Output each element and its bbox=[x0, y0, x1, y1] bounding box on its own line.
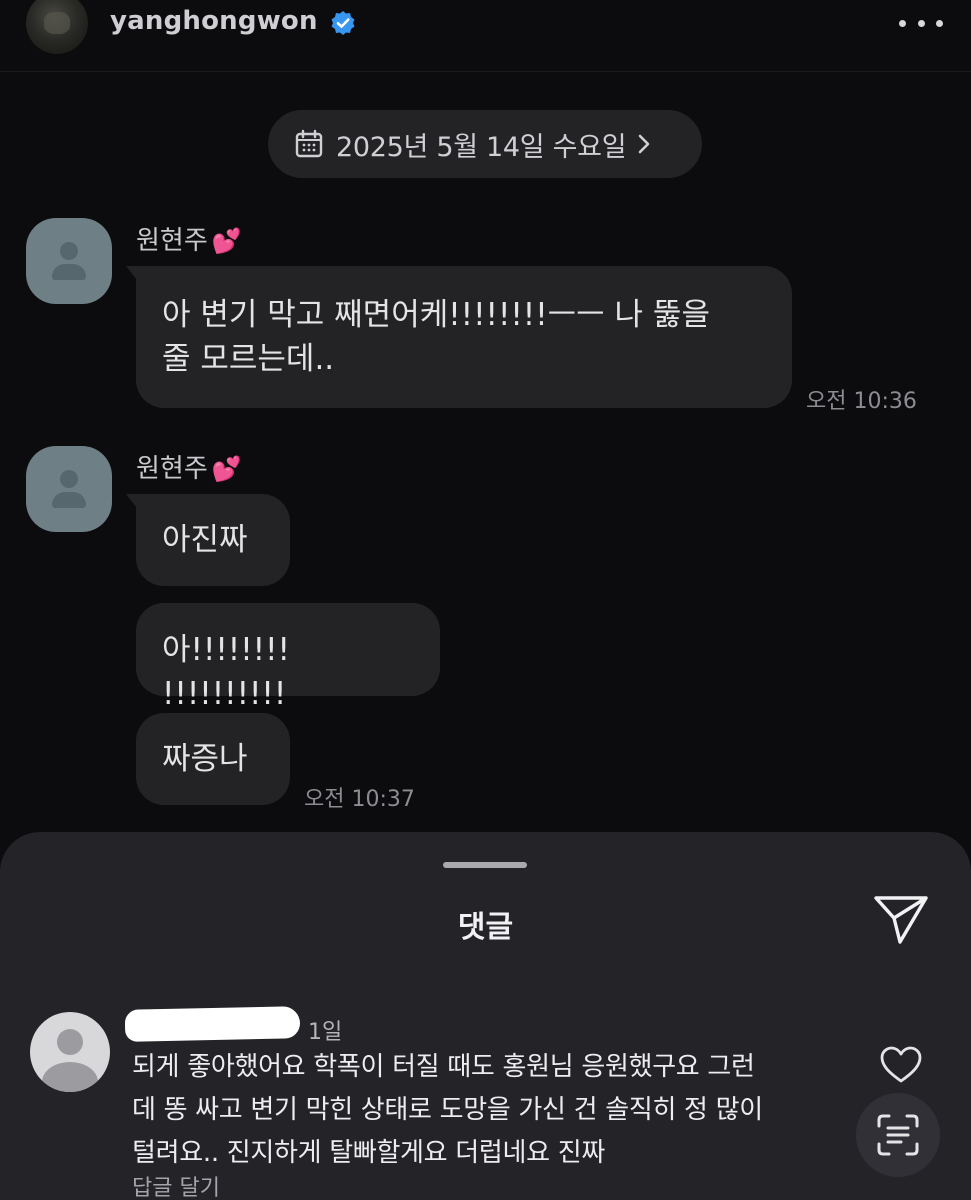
message-timestamp: 오전 10:36 bbox=[806, 389, 917, 414]
sender-avatar[interactable] bbox=[26, 218, 112, 304]
message-bubble[interactable]: 아!!!!!!!! !!!!!!!!!! bbox=[136, 603, 440, 712]
sheet-grabber[interactable] bbox=[443, 862, 527, 868]
profile-avatar[interactable] bbox=[26, 0, 88, 54]
calendar-icon bbox=[295, 129, 323, 158]
reply-button[interactable]: 답글 달기 bbox=[132, 1170, 220, 1200]
comment-avatar[interactable] bbox=[30, 1012, 110, 1092]
comment-text-line-2: 데 똥 싸고 변기 막힌 상태로 도망을 가신 건 솔직히 정 많이 bbox=[132, 1095, 763, 1125]
sender-name-text: 원현주 bbox=[136, 226, 208, 256]
send-icon[interactable] bbox=[872, 892, 930, 946]
heart-icon[interactable] bbox=[880, 1046, 922, 1084]
comment-text: 되게 좋아했어요 학폭이 터질 때도 홍원님 응원했구요 그런 데 똥 싸고 변… bbox=[132, 1046, 832, 1175]
date-pill[interactable]: 2025년 5월 14일 수요일 bbox=[268, 110, 702, 178]
message-text-line-2: 줄 모르는데.. bbox=[162, 341, 335, 377]
sender-name-text: 원현주 bbox=[136, 454, 208, 484]
scan-text-button[interactable] bbox=[856, 1093, 940, 1177]
verified-badge-icon bbox=[331, 11, 355, 35]
message-bubble[interactable]: 짜증나 bbox=[136, 713, 290, 805]
date-label: 2025년 5월 14일 수요일 bbox=[336, 131, 627, 163]
heart-emoji: 💕 bbox=[211, 455, 242, 483]
header-username[interactable]: yanghongwon bbox=[110, 6, 318, 36]
sender-name: 원현주 💕 bbox=[136, 220, 242, 257]
redacted-username bbox=[124, 1006, 301, 1042]
chevron-right-icon bbox=[638, 134, 650, 154]
comment-text-line-3: 털려요.. 진지하게 탈빠할게요 더럽네요 진짜 bbox=[132, 1138, 605, 1168]
message-bubble[interactable]: 아진짜 bbox=[136, 494, 290, 586]
chat-header: yanghongwon bbox=[0, 0, 971, 72]
heart-emoji: 💕 bbox=[211, 227, 242, 255]
sender-name: 원현주 💕 bbox=[136, 448, 242, 485]
message-text: 아진짜 bbox=[162, 522, 248, 558]
scan-text-icon bbox=[877, 1114, 919, 1156]
message-text: 아!!!!!!!! !!!!!!!!!! bbox=[162, 632, 290, 712]
more-options-icon[interactable] bbox=[899, 14, 943, 32]
message-timestamp: 오전 10:37 bbox=[304, 787, 415, 812]
sheet-title: 댓글 bbox=[457, 910, 514, 945]
message-text-line-1: 아 변기 막고 째면어케!!!!!!!!ㅡㅡ 나 뚫을 bbox=[162, 297, 710, 333]
comment-text-line-1: 되게 좋아했어요 학폭이 터질 때도 홍원님 응원했구요 그런 bbox=[132, 1052, 755, 1082]
message-bubble[interactable]: 아 변기 막고 째면어케!!!!!!!!ㅡㅡ 나 뚫을 줄 모르는데.. bbox=[136, 266, 792, 408]
comment-age: 1일 bbox=[308, 1020, 343, 1045]
sender-avatar[interactable] bbox=[26, 446, 112, 532]
message-text: 짜증나 bbox=[162, 741, 248, 777]
